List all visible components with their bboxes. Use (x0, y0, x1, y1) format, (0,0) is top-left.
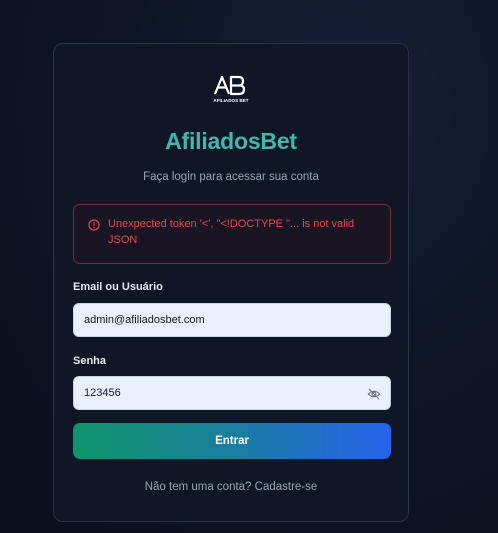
logo: AFILIADOS BET (54, 74, 408, 104)
eye-off-icon[interactable] (367, 387, 381, 401)
svg-text:AFILIADOS BET: AFILIADOS BET (213, 98, 248, 103)
login-subtitle: Faça login para acessar sua conta (143, 171, 319, 183)
alert-circle-icon (88, 219, 100, 231)
password-field[interactable] (74, 377, 354, 409)
password-field-wrapper (73, 376, 391, 410)
brand-logo-icon: AFILIADOS BET (213, 75, 249, 103)
email-label: Email ou Usuário (73, 281, 163, 293)
login-card: AFILIADOS BET AfiliadosBet Faça login pa… (53, 43, 409, 522)
password-label: Senha (73, 355, 107, 367)
login-button[interactable]: Entrar (73, 423, 391, 459)
email-field[interactable] (74, 304, 354, 336)
email-field-wrapper (73, 303, 391, 337)
error-message: Unexpected token '<', "<!DOCTYPE "... is… (108, 218, 355, 246)
error-alert: Unexpected token '<', "<!DOCTYPE "... is… (73, 204, 391, 264)
signup-link[interactable]: Não tem uma conta? Cadastre-se (54, 481, 408, 493)
brand-name: AfiliadosBet (165, 128, 297, 154)
